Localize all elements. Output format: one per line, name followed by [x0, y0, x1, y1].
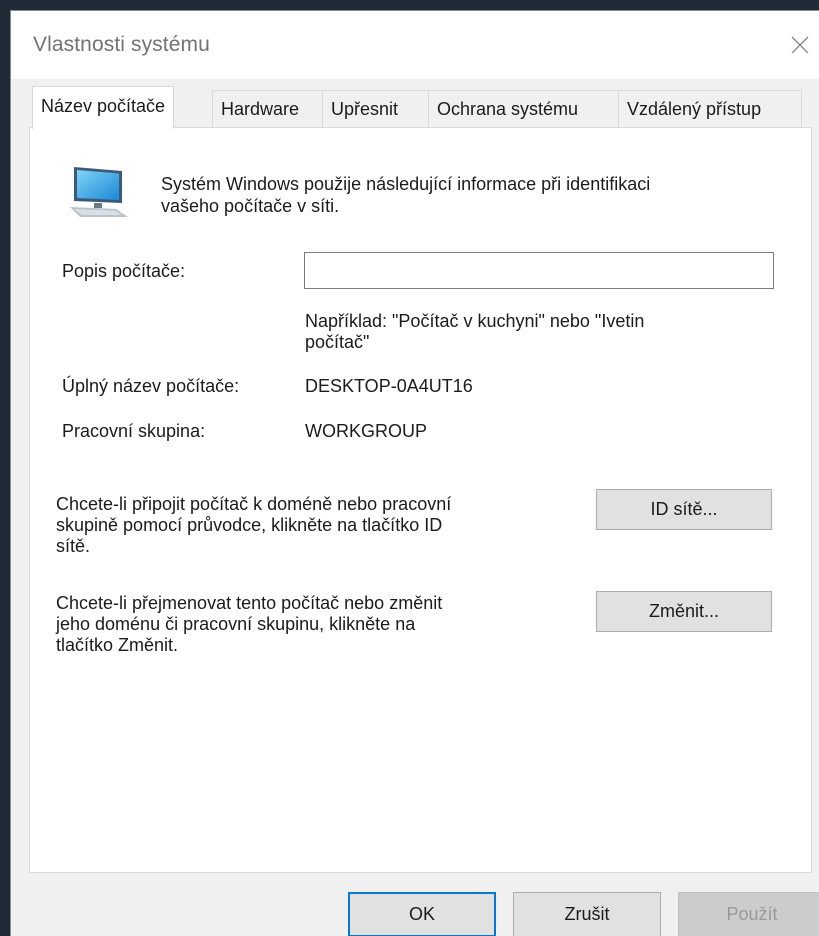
- ok-button[interactable]: OK: [348, 892, 496, 936]
- network-id-text-line2: skupině pomocí průvodce, klikněte na tla…: [56, 515, 443, 535]
- system-properties-window: Vlastnosti systému Název počítače Hardwa…: [10, 10, 819, 936]
- description-hint-line1: Například: "Počítač v kuchyni" nebo "Ive…: [305, 311, 645, 331]
- apply-button[interactable]: Použít: [678, 892, 819, 936]
- tab-hardware[interactable]: Hardware: [212, 90, 323, 127]
- full-name-label: Úplný název počítače:: [62, 376, 240, 396]
- cancel-button[interactable]: Zrušit: [513, 892, 661, 936]
- computer-monitor-icon: [70, 167, 128, 217]
- intro-text-line1: Systém Windows použije následující infor…: [161, 174, 651, 194]
- network-id-button[interactable]: ID sítě...: [596, 489, 772, 530]
- intro-text-line2: vašeho počítače v síti.: [161, 196, 340, 216]
- rename-text-line3: tlačítko Změnit.: [56, 635, 179, 655]
- tab-system-protection[interactable]: Ochrana systému: [428, 90, 619, 127]
- computer-description-input[interactable]: [304, 252, 774, 289]
- tab-remote-access[interactable]: Vzdálený přístup: [618, 90, 802, 127]
- workgroup-value: WORKGROUP: [305, 421, 428, 441]
- tab-advanced[interactable]: Upřesnit: [322, 90, 429, 127]
- title-bar: Vlastnosti systému: [11, 11, 819, 79]
- network-id-text-line1: Chcete-li připojit počítač k doméně nebo…: [56, 494, 452, 514]
- tab-panel-computer-name: Systém Windows použije následující infor…: [29, 127, 812, 873]
- close-icon: [791, 36, 809, 54]
- close-button[interactable]: [780, 25, 819, 65]
- rename-text-line2: jeho doménu či pracovní skupinu, kliknět…: [56, 614, 416, 634]
- window-title: Vlastnosti systému: [33, 33, 210, 56]
- rename-text-line1: Chcete-li přejmenovat tento počítač nebo…: [56, 593, 443, 613]
- workgroup-label: Pracovní skupina:: [62, 421, 206, 441]
- full-name-value: DESKTOP-0A4UT16: [305, 376, 473, 396]
- description-label: Popis počítače:: [62, 261, 186, 281]
- description-hint-line2: počítač": [305, 332, 370, 352]
- network-id-text-line3: sítě.: [56, 536, 91, 556]
- tab-computer-name[interactable]: Název počítače: [32, 86, 175, 129]
- change-button[interactable]: Změnit...: [596, 591, 772, 632]
